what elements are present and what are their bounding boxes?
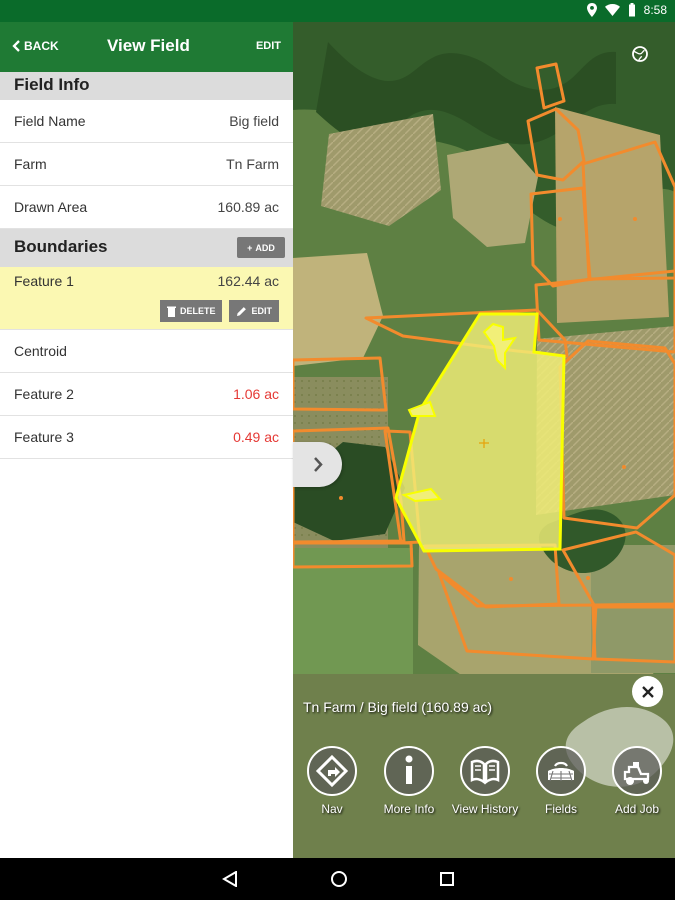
feature-2-row[interactable]: Feature 2 1.06 ac	[0, 373, 293, 416]
boundaries-heading: Boundaries + ADD	[0, 229, 293, 267]
feature-3-row[interactable]: Feature 3 0.49 ac	[0, 416, 293, 459]
clock-time: 8:58	[643, 3, 667, 17]
pencil-icon	[237, 306, 247, 316]
android-navigation-bar	[0, 858, 675, 900]
feature-2-label: Feature 2	[14, 386, 74, 402]
back-nav-icon[interactable]	[221, 871, 238, 887]
status-bar: 8:58	[0, 0, 675, 22]
feature-1-row[interactable]: Feature 1 162.44 ac DELETE EDIT	[0, 267, 293, 330]
feature-3-label: Feature 3	[14, 429, 74, 445]
centroid-row[interactable]: Centroid	[0, 330, 293, 373]
location-icon	[586, 3, 597, 17]
field-boundaries-map[interactable]	[293, 22, 675, 858]
nav-action[interactable]: Nav	[297, 746, 367, 817]
chevron-right-icon	[313, 457, 323, 472]
globe-icon	[632, 46, 648, 62]
plus-icon: +	[247, 242, 253, 253]
edit-field-button[interactable]: EDIT	[256, 40, 281, 52]
recents-nav-icon[interactable]	[439, 872, 454, 886]
map-layer-button[interactable]	[629, 43, 651, 70]
drawn-area-row: Drawn Area 160.89 ac	[0, 186, 293, 229]
feature-3-area: 0.49 ac	[233, 429, 279, 445]
info-icon	[405, 755, 413, 784]
chevron-left-icon	[12, 40, 20, 52]
trash-icon	[166, 306, 176, 317]
nav-label: Nav	[321, 802, 343, 816]
fields-icon	[548, 761, 574, 782]
view-history-action[interactable]: View History	[450, 746, 520, 817]
more-info-action[interactable]: More Info	[374, 746, 444, 817]
farm-label: Farm	[14, 156, 47, 172]
field-name-label: Field Name	[14, 113, 86, 129]
drawn-area-value: 160.89 ac	[217, 199, 280, 215]
wifi-icon	[604, 4, 620, 16]
app-bar: BACK View Field EDIT	[0, 22, 293, 72]
satellite-map[interactable]	[293, 22, 675, 858]
farm-row: Farm Tn Farm	[0, 143, 293, 186]
edit-label: EDIT	[251, 306, 272, 316]
delete-label: DELETE	[179, 306, 216, 316]
back-button[interactable]: BACK	[12, 39, 59, 53]
field-name-value: Big field	[229, 113, 279, 129]
battery-icon	[628, 3, 636, 17]
nav-icon	[315, 754, 349, 788]
edit-feature-button[interactable]: EDIT	[229, 300, 279, 322]
home-nav-icon[interactable]	[330, 870, 348, 888]
page-title: View Field	[107, 36, 190, 55]
tractor-icon	[623, 762, 650, 785]
boundaries-title: Boundaries	[14, 237, 108, 256]
centroid-label: Centroid	[14, 343, 67, 359]
fields-action[interactable]: Fields	[526, 746, 596, 817]
selected-field-caption: Tn Farm / Big field (160.89 ac)	[303, 699, 493, 715]
feature-1-label: Feature 1	[14, 273, 74, 289]
add-job-label: Add Job	[614, 802, 660, 816]
back-label: BACK	[24, 39, 59, 53]
fields-label: Fields	[544, 802, 577, 816]
view-history-label: View History	[451, 802, 519, 816]
close-icon	[641, 685, 654, 698]
delete-feature-button[interactable]: DELETE	[159, 300, 223, 322]
more-info-label: More Info	[383, 802, 435, 816]
close-selection-button[interactable]	[632, 676, 663, 707]
drawn-area-label: Drawn Area	[14, 199, 88, 215]
field-name-row: Field Name Big field	[0, 100, 293, 143]
add-boundary-label: ADD	[255, 242, 275, 253]
add-job-action[interactable]: Add Job	[602, 746, 672, 817]
expand-panel-button[interactable]	[293, 442, 342, 487]
farm-value: Tn Farm	[226, 156, 279, 172]
map-action-bar: Nav More Info View History Fields Add Jo…	[302, 746, 667, 846]
feature-1-area: 162.44 ac	[217, 273, 280, 289]
field-info-heading: Field Info	[0, 72, 293, 100]
add-boundary-button[interactable]: + ADD	[237, 237, 285, 258]
feature-2-area: 1.06 ac	[233, 386, 279, 402]
history-icon	[470, 759, 500, 785]
field-details-panel: BACK View Field EDIT Field Info Field Na…	[0, 22, 293, 858]
